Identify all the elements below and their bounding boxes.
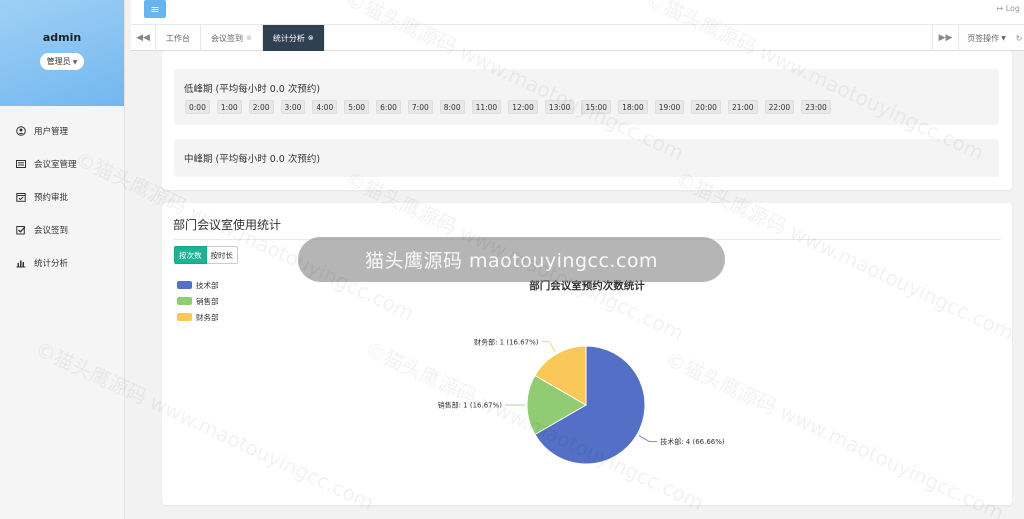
hour-tag: 5:00	[344, 100, 370, 114]
hour-tag: 13:00	[544, 100, 575, 114]
pie-label-line	[638, 435, 658, 442]
tab-workbench[interactable]: 工作台	[156, 25, 201, 51]
low-period-box: 低峰期 (平均每小时 0.0 次预约) 0:00 1:00 2:00 3:00 …	[174, 69, 999, 125]
sidebar-item-label: 会议室管理	[34, 159, 77, 170]
topbar: ≡ ↦ Log	[131, 0, 1024, 25]
tab-label: 统计分析	[272, 33, 305, 43]
sidebar-nav: 用户管理 会议室管理 预约审批 会议签到 统计分析	[0, 114, 124, 279]
hour-tag: 1:00	[216, 100, 242, 114]
hour-tag: 20:00	[691, 100, 721, 114]
sidebar-item-user-management[interactable]: 用户管理	[0, 114, 124, 147]
pie-label-line	[541, 341, 556, 353]
sign-out-icon: ↦	[996, 4, 1006, 13]
hour-tag: 11:00	[471, 100, 502, 114]
low-period-hours: 0:00 1:00 2:00 3:00 4:00 5:00 6:00 7:00 …	[185, 100, 838, 114]
logout-label: Log	[1005, 4, 1020, 13]
sidebar-item-label: 用户管理	[34, 126, 69, 137]
pie-slice-label: 技术部: 4 (66.66%)	[660, 437, 725, 446]
hour-tag: 15:00	[581, 100, 612, 114]
tab-statistics[interactable]: 统计分析 ⊗	[262, 25, 325, 51]
overlay-toast: 猫头鹰源码 maotouyingcc.com	[298, 237, 725, 282]
forward-icon: ▶▶	[938, 33, 953, 43]
bar-chart-icon	[16, 258, 26, 268]
pie-slice-label: 销售部: 1 (16.67%)	[438, 401, 503, 410]
hour-tag: 18:00	[618, 100, 648, 114]
tab-label: 工作台	[166, 33, 190, 43]
backward-icon: ◀◀	[136, 33, 150, 43]
sidebar-item-approval[interactable]: 预约审批	[0, 180, 124, 213]
hour-tag: 0:00	[185, 100, 210, 114]
hour-tag: 8:00	[439, 100, 465, 114]
calendar-check-icon	[16, 192, 26, 202]
username: admin	[42, 31, 82, 44]
page-ops-label: 页签操作	[967, 33, 1000, 43]
tab-bar: ◀◀ 工作台 会议签到 ⊗ 统计分析 ⊗ ▶▶ 页签操作 ▼ ↻	[131, 25, 1024, 51]
tabs-scroll-right-button[interactable]: ▶▶	[932, 25, 958, 51]
hour-tag: 22:00	[764, 100, 795, 114]
hour-tag: 21:00	[727, 100, 758, 114]
low-period-title: 低峰期 (平均每小时 0.0 次预约)	[184, 84, 321, 95]
tabs: 工作台 会议签到 ⊗ 统计分析 ⊗	[156, 25, 325, 51]
sidebar-item-statistics[interactable]: 统计分析	[0, 246, 124, 279]
period-panel: 低峰期 (平均每小时 0.0 次预约) 0:00 1:00 2:00 3:00 …	[162, 51, 1012, 190]
tabs-scroll-left-button[interactable]: ◀◀	[131, 25, 156, 51]
sidebar-item-checkin[interactable]: 会议签到	[0, 213, 124, 246]
sidebar-item-room-management[interactable]: 会议室管理	[0, 147, 124, 180]
sidebar: admin 管理员 ▼ 用户管理 会议室管理 预约审批 会议签到 统计分析	[0, 0, 125, 519]
hour-tag: 3:00	[280, 100, 306, 114]
user-circle-icon	[16, 125, 26, 136]
hamburger-icon: ≡	[150, 2, 160, 16]
sidebar-item-label: 统计分析	[34, 258, 69, 269]
tab-label: 会议签到	[211, 33, 243, 43]
logout-link[interactable]: ↦ Log	[996, 4, 1020, 13]
mid-period-title: 中峰期 (平均每小时 0.0 次预约)	[184, 154, 321, 165]
profile-header: admin 管理员 ▼	[0, 0, 124, 106]
hour-tag: 2:00	[248, 100, 274, 114]
hour-tag: 19:00	[654, 100, 685, 114]
checkbox-icon	[16, 225, 26, 235]
mid-period-box: 中峰期 (平均每小时 0.0 次预约)	[174, 139, 999, 177]
role-label: 管理员	[46, 57, 71, 66]
sidebar-item-label: 预约审批	[34, 192, 69, 203]
hour-tag: 4:00	[312, 100, 338, 114]
page-operations-dropdown[interactable]: 页签操作 ▼	[958, 25, 1014, 51]
hour-tag: 6:00	[376, 100, 401, 114]
hour-tag: 12:00	[508, 100, 538, 114]
hamburger-menu-button[interactable]: ≡	[144, 0, 166, 18]
caret-down-icon: ▼	[1001, 34, 1006, 42]
sidebar-item-label: 会议签到	[34, 225, 69, 236]
caret-down-icon: ▼	[72, 59, 78, 66]
close-icon[interactable]: ⊗	[308, 34, 314, 42]
close-icon[interactable]: ⊗	[246, 34, 252, 42]
role-dropdown[interactable]: 管理员 ▼	[39, 53, 85, 70]
pie-slice-label: 财务部: 1 (16.67%)	[474, 337, 539, 346]
hour-tag: 23:00	[801, 100, 831, 114]
tab-checkin[interactable]: 会议签到 ⊗	[201, 25, 263, 51]
hour-tag: 7:00	[407, 100, 433, 114]
list-alt-icon	[16, 159, 26, 169]
refresh-icon[interactable]: ↻	[1014, 25, 1024, 51]
